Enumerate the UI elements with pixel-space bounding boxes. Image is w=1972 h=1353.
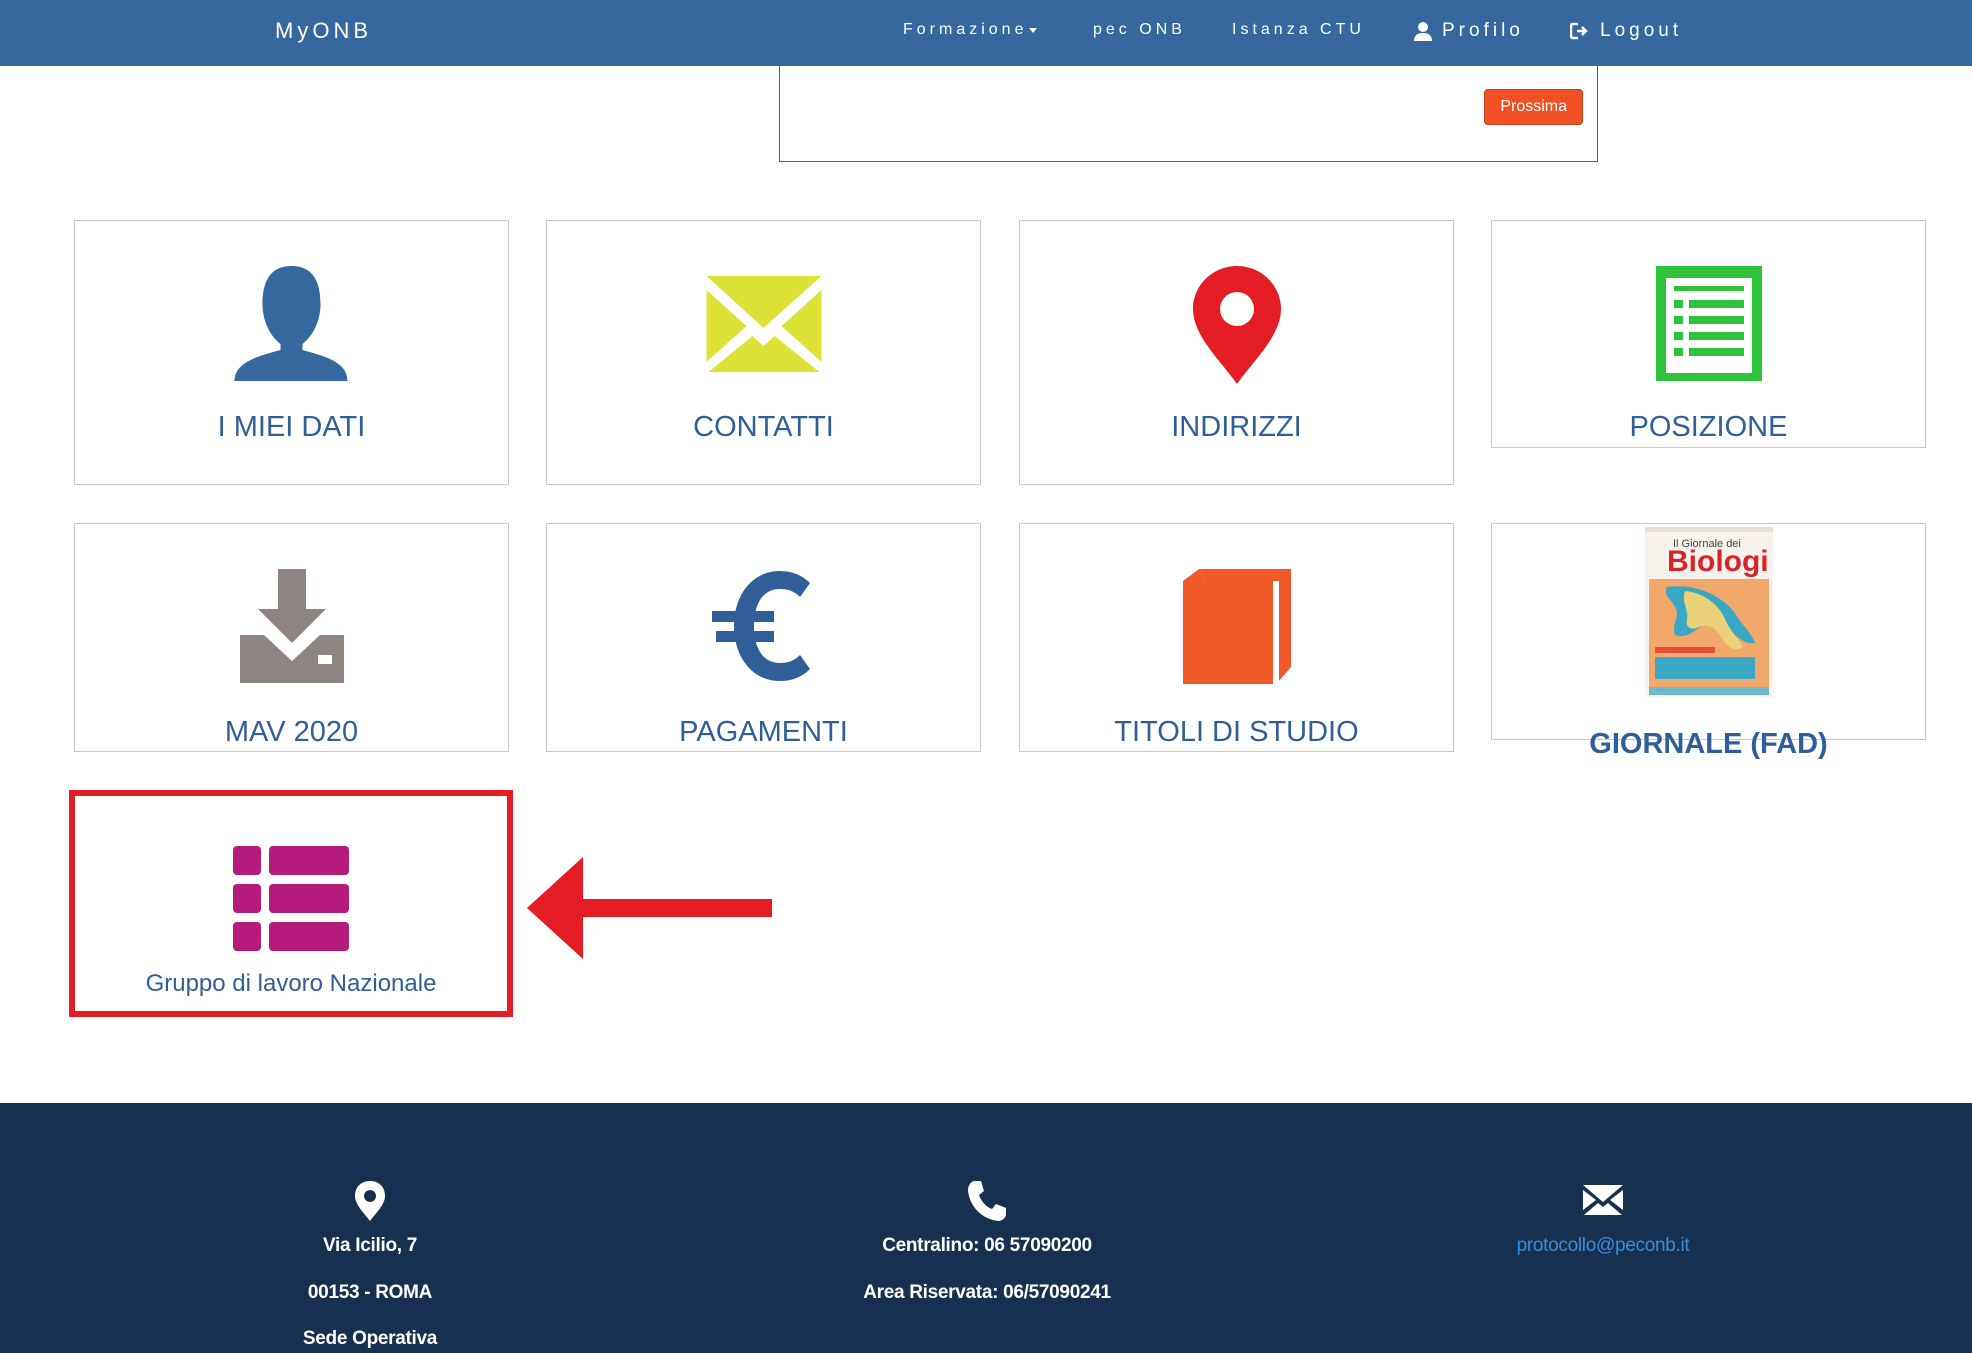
brand-link[interactable]: MyONB — [275, 18, 372, 44]
tile-label: MAV 2020 — [224, 716, 359, 748]
nav-formazione-label: Formazione — [903, 21, 1028, 38]
tile-label: CONTATTI — [693, 411, 834, 443]
tile-titoli-di-studio[interactable]: TITOLI DI STUDIO — [1019, 523, 1454, 752]
footer-address-street: Via Icilio, 7 — [323, 1235, 417, 1256]
download-icon — [239, 569, 344, 683]
tile-label: I MIEI DATI — [217, 411, 366, 443]
nav-profilo-label: Profilo — [1442, 20, 1524, 41]
footer-email-link[interactable]: protocollo@peconb.it — [1517, 1235, 1690, 1256]
next-button[interactable]: Prossima — [1484, 89, 1583, 125]
footer-address-city: 00153 - ROMA — [307, 1282, 433, 1303]
tile-label: TITOLI DI STUDIO — [1114, 716, 1359, 748]
th-list-icon — [233, 846, 349, 951]
tile-indirizzi[interactable]: INDIRIZZI — [1019, 220, 1454, 485]
map-marker-icon — [1192, 266, 1281, 384]
map-marker-icon — [355, 1181, 385, 1221]
nav-formazione-dropdown[interactable]: Formazione — [903, 21, 1038, 39]
envelope-icon — [706, 276, 821, 372]
footer-address-note: Sede Operativa — [302, 1328, 438, 1349]
notice-box: Prossima — [779, 66, 1598, 162]
nav-istanza-ctu-label: Istanza CTU — [1232, 21, 1365, 38]
magazine-cover-image: Il Giornale dei Biologi — [1644, 527, 1773, 697]
nav-istanza-ctu[interactable]: Istanza CTU — [1232, 21, 1365, 39]
tile-i-miei-dati[interactable]: I MIEI DATI — [74, 220, 509, 485]
caret-down-icon — [1029, 27, 1038, 33]
tile-label: PAGAMENTI — [679, 716, 848, 748]
top-navbar: MyONB Formazione pec ONB Istanza CTU Pro… — [0, 0, 1972, 66]
tile-label: INDIRIZZI — [1171, 411, 1302, 443]
footer-phone-reserved: Area Riservata: 06/57090241 — [863, 1282, 1111, 1303]
tile-contatti[interactable]: CONTATTI — [546, 220, 981, 485]
logout-icon — [1570, 22, 1588, 40]
book-icon — [1182, 569, 1291, 684]
tile-label: GIORNALE (FAD) — [1589, 728, 1828, 760]
tile-giornale-fad[interactable]: Il Giornale dei Biologi GIORNALE (FAD) — [1491, 523, 1926, 760]
tile-label: POSIZIONE — [1629, 411, 1788, 443]
tile-posizione[interactable]: POSIZIONE — [1491, 220, 1926, 448]
user-icon — [1414, 22, 1432, 41]
euro-icon — [711, 571, 810, 681]
nav-logout-label: Logout — [1600, 20, 1683, 41]
tile-label: Gruppo di lavoro Nazionale — [145, 970, 437, 997]
nav-pec-onb[interactable]: pec ONB — [1093, 21, 1186, 39]
footer: Via Icilio, 7 00153 - ROMA Sede Operativ… — [0, 1103, 1972, 1353]
nav-profilo[interactable]: Profilo — [1414, 20, 1524, 42]
user-icon — [234, 266, 347, 381]
tile-pagamenti[interactable]: PAGAMENTI — [546, 523, 981, 752]
list-document-icon — [1655, 266, 1762, 381]
footer-phone-main: Centralino: 06 57090200 — [882, 1235, 1092, 1256]
nav-logout[interactable]: Logout — [1570, 20, 1682, 42]
magazine-cover-title: Biologi — [1667, 545, 1769, 578]
tile-mav-2020[interactable]: MAV 2020 — [74, 523, 509, 752]
nav-pec-onb-label: pec ONB — [1093, 21, 1186, 38]
envelope-icon — [1583, 1185, 1623, 1215]
phone-icon — [968, 1181, 1006, 1221]
arrow-left-icon — [527, 857, 772, 959]
